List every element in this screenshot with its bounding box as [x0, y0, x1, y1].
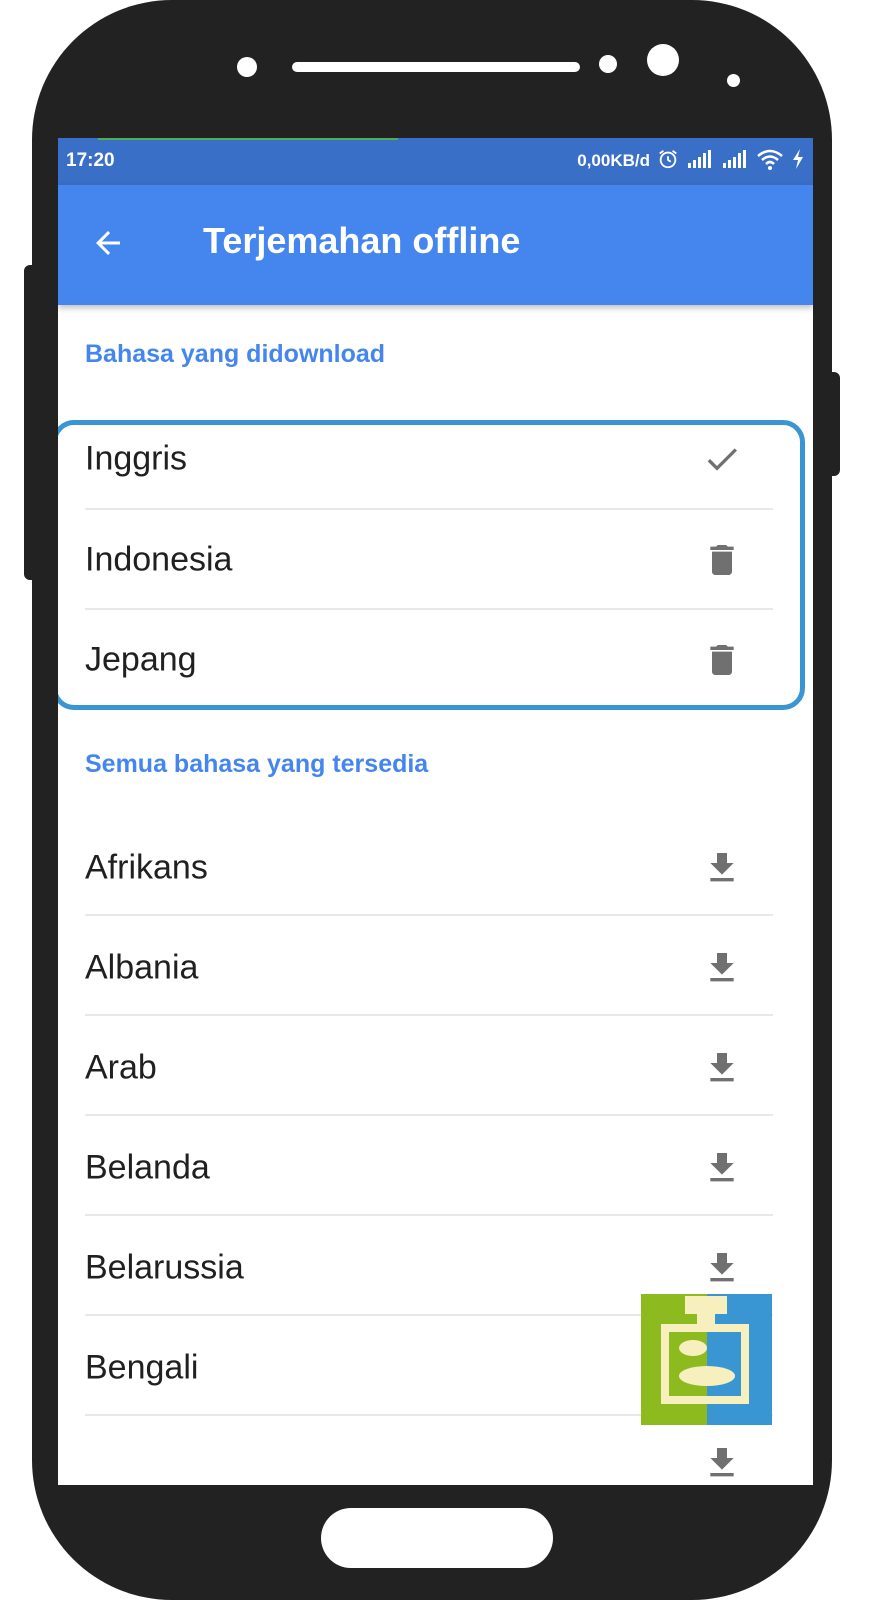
- list-item-available[interactable]: Belanda: [58, 1118, 813, 1218]
- network-speed: 0,00KB/d: [577, 151, 650, 170]
- signal-icon: [686, 149, 714, 174]
- phone-sensor-dot: [727, 74, 740, 87]
- download-icon: [702, 1442, 742, 1485]
- status-icons: 0,00KB/d: [577, 147, 805, 175]
- signal-icon: [721, 149, 749, 174]
- language-label: Belanda: [85, 1148, 210, 1187]
- phone-sensor-dot: [237, 57, 257, 77]
- status-time: 17:20: [66, 150, 115, 171]
- divider: [85, 1014, 773, 1016]
- alarm-icon: [657, 148, 679, 175]
- list-item-available[interactable]: Arab: [58, 1018, 813, 1118]
- divider: [85, 1114, 773, 1116]
- language-label: Arab: [85, 1048, 157, 1087]
- divider: [85, 914, 773, 916]
- language-label: Afrikans: [85, 848, 208, 887]
- wifi-icon: [756, 148, 784, 175]
- battery-charging-icon: [791, 148, 805, 175]
- phone-camera: [647, 44, 679, 76]
- section-header-downloaded: Bahasa yang didownload: [85, 340, 386, 368]
- app-bar: Terjemahan offline: [58, 185, 813, 305]
- watermark-logo: [641, 1294, 772, 1425]
- phone-screen: 17:20 0,00KB/d Terjemahan offline Bahasa…: [58, 138, 813, 1485]
- phone-home-button[interactable]: [321, 1508, 553, 1568]
- list-item-available[interactable]: Afrikans: [58, 818, 813, 918]
- section-header-available: Semua bahasa yang tersedia: [85, 750, 429, 778]
- download-icon[interactable]: [698, 1144, 746, 1192]
- list-item-available[interactable]: Albania: [58, 918, 813, 1018]
- phone-speaker: [292, 62, 580, 72]
- page-title: Terjemahan offline: [203, 220, 521, 261]
- status-bar-progress: [98, 138, 398, 140]
- arrow-left-icon: [90, 225, 126, 266]
- back-button[interactable]: [84, 221, 132, 269]
- language-label: Albania: [85, 948, 199, 987]
- language-label: Bengali: [85, 1348, 199, 1387]
- download-icon[interactable]: [698, 1244, 746, 1292]
- download-icon[interactable]: [698, 1044, 746, 1092]
- phone-sensor-dot: [599, 55, 617, 73]
- download-icon[interactable]: [698, 944, 746, 992]
- divider: [85, 1214, 773, 1216]
- highlight-box: [58, 420, 805, 710]
- download-icon[interactable]: [698, 844, 746, 892]
- language-label: Belarussia: [85, 1248, 244, 1287]
- status-bar: 17:20 0,00KB/d: [58, 138, 813, 185]
